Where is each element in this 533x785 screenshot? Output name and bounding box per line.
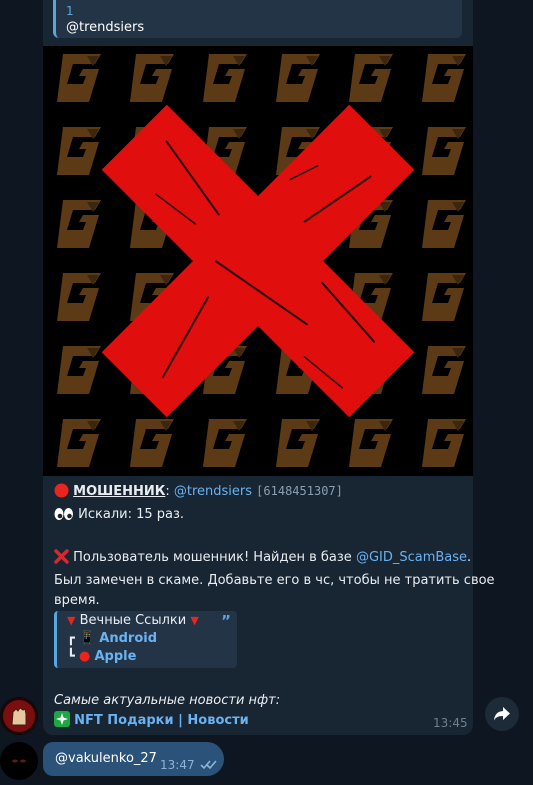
- down-triangle-icon: ▼: [67, 614, 76, 627]
- warning-line-end: время.: [54, 593, 100, 608]
- reply-number: 1: [66, 4, 74, 18]
- news-block: Самые актуальные новости нфт: NFT Подарк…: [54, 691, 280, 734]
- down-triangle-icon: ▼: [190, 614, 199, 627]
- red-circle-icon: [54, 483, 69, 505]
- links-quote: ▼ Вечные Ссылки ▼ ┏ 📱 Android ┗ ● Apple …: [54, 611, 237, 668]
- scammer-colon: :: [165, 484, 170, 499]
- quote-icon: ”: [221, 612, 231, 630]
- apple-link[interactable]: Apple: [94, 649, 136, 664]
- phone-icon: 📱: [78, 631, 96, 646]
- message-text: МОШЕННИК: @trendsiers [6148451307] Искал…: [54, 481, 495, 611]
- forward-icon: [494, 707, 510, 721]
- android-row[interactable]: ┏ 📱 Android: [67, 630, 237, 648]
- news-link[interactable]: NFT Подарки | Новости: [74, 713, 249, 728]
- message-time: 13:45: [433, 716, 468, 730]
- double-check-icon: [200, 760, 217, 770]
- scam-image[interactable]: [43, 46, 473, 476]
- scammer-label: МОШЕННИК: [73, 484, 166, 499]
- scammer-username[interactable]: @trendsiers: [174, 484, 252, 499]
- eyes-icon: [54, 507, 74, 528]
- quote-title-row: ▼ Вечные Ссылки ▼: [67, 612, 237, 630]
- apple-row[interactable]: ┗ ● Apple: [67, 648, 237, 666]
- red-x-scam-icon: [43, 46, 473, 476]
- tree-branch-icon: ┗: [67, 649, 75, 664]
- outgoing-message: @vakulenko_27 13:47: [43, 742, 224, 776]
- reply-header[interactable]: 1 @trendsiers: [53, 0, 462, 38]
- outgoing-text[interactable]: @vakulenko_27: [55, 751, 157, 766]
- tree-branch-icon: ┏: [67, 631, 75, 646]
- forward-button[interactable]: [485, 697, 519, 731]
- red-cross-icon: [54, 549, 69, 571]
- scambase-link[interactable]: @GID_ScamBase: [356, 550, 467, 565]
- scammer-id: [6148451307]: [256, 484, 343, 498]
- channel-avatar[interactable]: [0, 697, 38, 735]
- sparkle-icon: [54, 711, 70, 734]
- news-italic: Самые актуальные новости нфт:: [54, 693, 281, 708]
- android-link[interactable]: Android: [99, 631, 157, 646]
- scammer-line: МОШЕННИК: @trendsiers [6148451307]: [54, 481, 464, 505]
- reply-username: @trendsiers: [66, 20, 145, 35]
- searched-count: Искали: 15 раз.: [78, 507, 185, 522]
- warning-line: Был замечен в скаме. Добавьте его в чс, …: [54, 573, 495, 588]
- outgoing-time: 13:47: [160, 758, 195, 772]
- news-row[interactable]: NFT Подарки | Новости: [54, 711, 280, 734]
- user-avatar[interactable]: [0, 742, 38, 780]
- searched-line: Искали: 15 раз.: [54, 505, 464, 528]
- apple-icon: ●: [78, 649, 91, 664]
- found-line: Пользователь мошенник! Найден в базе @GI…: [54, 548, 471, 571]
- found-text: Пользователь мошенник! Найден в базе: [73, 550, 356, 565]
- found-period: .: [467, 550, 472, 565]
- quote-title: Вечные Ссылки: [79, 613, 187, 628]
